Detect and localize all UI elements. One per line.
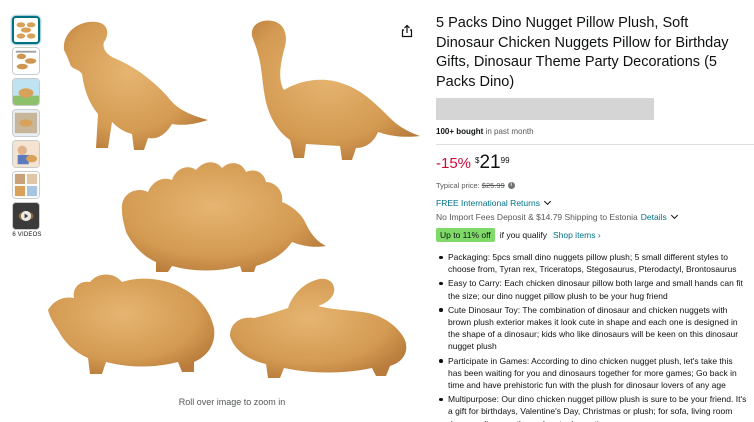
typical-price-label: Typical price: <box>436 181 480 190</box>
bullet-item: Packaging: 5pcs small dino nuggets pillo… <box>436 251 748 275</box>
bought-count: 100+ bought in past month <box>436 127 748 136</box>
price-row: -15% $ 21 99 <box>436 153 748 175</box>
thumbnail-video[interactable] <box>12 202 40 230</box>
shipping-info: No Import Fees Deposit & $14.79 Shipping… <box>436 211 748 222</box>
product-title: 5 Packs Dino Nugget Pillow Plush, Soft D… <box>436 15 729 90</box>
discount-percent: -15% <box>436 155 472 172</box>
coupon-qualify-text: if you qualify <box>499 230 547 240</box>
divider <box>436 144 754 145</box>
brontosaurus-plush <box>251 20 420 160</box>
price-whole: 21 <box>479 152 501 173</box>
zoom-hint: Roll over image to zoom in <box>178 397 286 407</box>
chevron-down-icon[interactable] <box>543 197 551 206</box>
bought-count-value: 100+ bought <box>436 127 484 136</box>
thumbnail-3[interactable] <box>12 78 40 106</box>
bullet-item: Multipurpose: Our dino chicken nugget pi… <box>436 393 748 422</box>
bullet-item: Cute Dinosaur Toy: The combination of di… <box>436 304 748 353</box>
typical-price: Typical price: $25.99 i <box>436 181 748 190</box>
thumbnail-5[interactable] <box>12 140 40 168</box>
coupon-row: Up to 11% off if you qualify Shop items … <box>436 228 748 242</box>
thumbnail-4[interactable] <box>12 109 40 137</box>
info-icon[interactable]: i <box>507 182 515 189</box>
shipping-text: No Import Fees Deposit & $14.79 Shipping… <box>436 212 638 222</box>
price-fraction: 99 <box>500 156 510 165</box>
details-link[interactable]: Details <box>641 212 667 222</box>
thumbnail-1[interactable] <box>12 16 40 44</box>
trex-plush <box>63 21 208 150</box>
videos-count-label[interactable]: 6 VIDEOS <box>12 232 42 238</box>
returns-label: FREE International Returns <box>436 198 540 208</box>
pterodactyl-plush <box>230 278 407 378</box>
feature-bullets: Packaging: 5pcs small dino nuggets pillo… <box>436 251 748 422</box>
bought-count-suffix: in past month <box>483 127 534 136</box>
thumbnail-6[interactable] <box>12 171 40 199</box>
main-product-image[interactable] <box>44 10 420 392</box>
triceratops-plush <box>48 274 215 374</box>
chevron-down-icon[interactable] <box>670 211 678 220</box>
returns-link[interactable]: FREE International Returns <box>436 197 748 208</box>
share-icon[interactable] <box>400 24 414 38</box>
stegosaurus-plush <box>121 162 327 272</box>
coupon-badge: Up to 11% off <box>436 228 495 242</box>
shop-items-link[interactable]: Shop items › <box>553 230 601 240</box>
bullet-item: Easy to Carry: Each chicken dinosaur pil… <box>436 277 748 301</box>
typical-price-value: $25.99 <box>481 181 505 190</box>
product-details: 5 Packs Dino Nugget Pillow Plush, Soft D… <box>436 14 754 422</box>
bullet-item: Participate in Games: According to dino … <box>436 355 748 392</box>
redacted-store-link <box>436 98 654 120</box>
thumbnail-2[interactable] <box>12 47 40 75</box>
thumbnail-strip: 6 VIDEOS <box>12 16 42 238</box>
